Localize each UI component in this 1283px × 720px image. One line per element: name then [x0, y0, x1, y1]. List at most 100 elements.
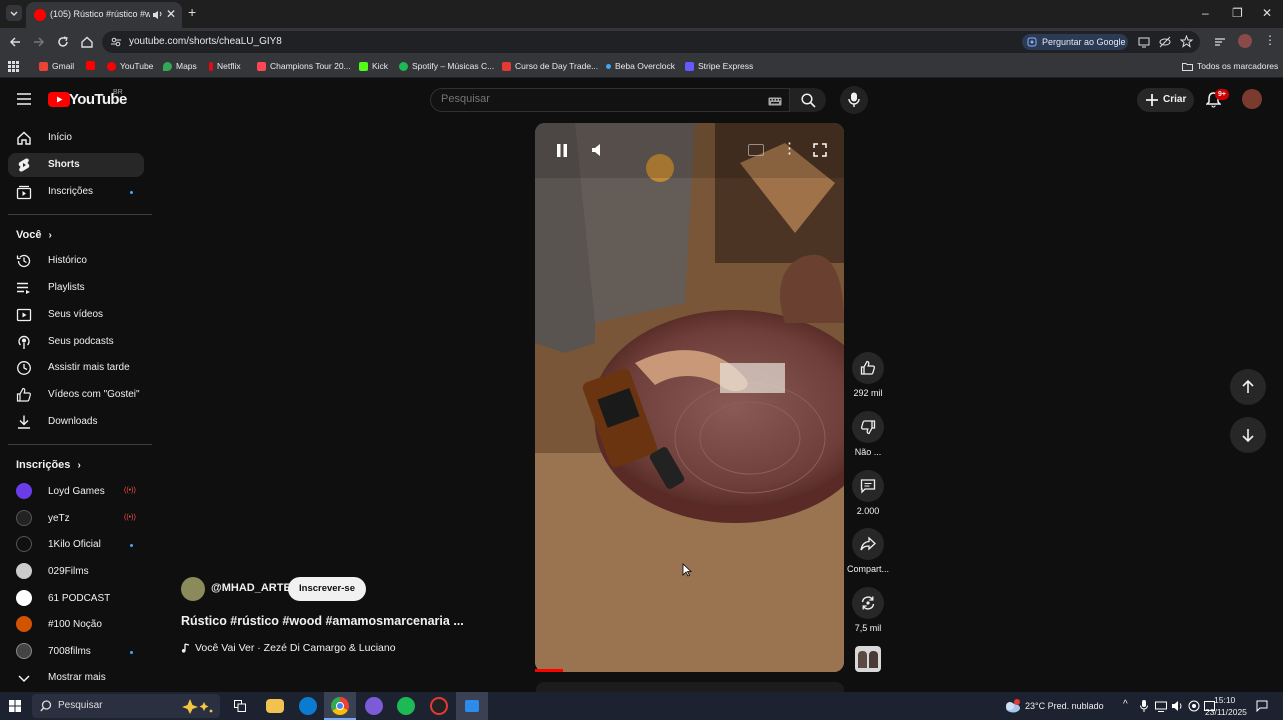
sidebar-item-shorts[interactable]: Shorts [8, 153, 144, 177]
apps-grid-icon[interactable] [8, 61, 19, 72]
minimize-icon[interactable]: – [1202, 6, 1209, 20]
hamburger-menu-icon[interactable] [17, 93, 31, 105]
bookmark-gmail[interactable]: Gmail [39, 61, 74, 71]
bookmark-overclock[interactable]: Beba Overclock [606, 61, 675, 71]
back-icon[interactable] [8, 35, 22, 49]
dislike-button-circle[interactable] [852, 411, 884, 443]
like-button-circle[interactable] [852, 352, 884, 384]
reload-icon[interactable] [56, 35, 70, 49]
install-app-icon[interactable] [1138, 36, 1150, 48]
sidebar-item-playlists[interactable]: Playlists [8, 276, 144, 300]
bookmark-stripe[interactable]: Stripe Express [685, 61, 753, 71]
bookmark-champions-tour[interactable]: Champions Tour 20... [257, 61, 351, 71]
bookmark-kick[interactable]: Kick [359, 61, 388, 71]
subscription-channel[interactable]: yeTz ((•)) [8, 507, 144, 531]
pause-icon[interactable] [555, 143, 569, 158]
search-button[interactable] [790, 88, 826, 112]
sidebar-item-watch-later[interactable]: Assistir mais tarde [8, 356, 144, 380]
comments-button[interactable]: 2.000 [850, 470, 886, 516]
eye-off-icon[interactable] [1159, 36, 1171, 48]
spotify-icon[interactable] [397, 697, 415, 715]
menu-kebab-icon[interactable]: ⋮ [1264, 33, 1276, 47]
tray-chevron-up-icon[interactable]: ^ [1123, 699, 1128, 710]
windows-start-icon[interactable] [9, 700, 21, 712]
show-more-button[interactable]: Mostrar mais [8, 666, 144, 690]
subscription-channel[interactable]: Loyd Games ((•)) [8, 480, 144, 504]
sidebar-item-your-videos[interactable]: Seus vídeos [8, 303, 144, 327]
subscription-channel[interactable]: 7008films [8, 640, 144, 664]
bookmark-youtube[interactable]: YouTube [107, 61, 153, 71]
network-icon[interactable] [1155, 700, 1167, 712]
weather-text[interactable]: 23°C Pred. nublado [1025, 701, 1104, 711]
forward-icon[interactable] [32, 35, 46, 49]
obs-icon[interactable] [430, 697, 448, 715]
sound-thumbnail[interactable] [855, 646, 881, 672]
microphone-icon[interactable] [1140, 700, 1148, 712]
site-info-icon[interactable] [110, 36, 122, 48]
dislike-button[interactable]: Não ... [850, 411, 886, 457]
clock-date[interactable]: 23/11/2025 [1205, 707, 1247, 717]
notification-center-icon[interactable] [1256, 700, 1268, 712]
task-view-icon[interactable] [234, 700, 246, 712]
keyboard-icon[interactable] [768, 97, 782, 106]
ask-google-button[interactable]: Perguntar ao Google [1022, 34, 1128, 50]
weather-cloud-icon[interactable] [1003, 698, 1021, 714]
comments-button-circle[interactable] [852, 470, 884, 502]
fullscreen-icon[interactable] [813, 143, 827, 157]
clock-time[interactable]: 15:10 [1214, 695, 1235, 705]
search-box[interactable] [430, 88, 790, 112]
next-short-preview[interactable] [536, 682, 844, 692]
bookmark-youtube-icon-only[interactable] [86, 61, 99, 70]
sidebar-item-downloads[interactable]: Downloads [8, 410, 144, 434]
channel-handle[interactable]: @MHAD_ARTE [211, 582, 291, 594]
subscription-channel[interactable]: 029Films [8, 560, 144, 584]
remix-button[interactable]: 7,5 mil [850, 587, 886, 633]
bookmark-day-trade[interactable]: Curso de Day Trade... [502, 61, 598, 71]
more-options-icon[interactable]: ⋮ [782, 139, 797, 157]
music-link[interactable]: Você Vai Ver · Zezé Di Camargo & Luciano [181, 642, 396, 654]
voice-search-button[interactable] [840, 86, 868, 114]
close-window-icon[interactable]: ✕ [1262, 6, 1272, 20]
subscription-channel[interactable]: 61 PODCAST [8, 587, 144, 611]
bookmark-maps[interactable]: Maps [163, 61, 197, 71]
edge-icon[interactable] [299, 697, 317, 715]
close-tab-icon[interactable]: ✕ [166, 7, 176, 21]
taskbar-app-active[interactable] [456, 692, 488, 720]
home-button-icon[interactable] [80, 35, 94, 49]
volume-icon[interactable] [590, 142, 606, 158]
active-tab[interactable]: (105) Rústico #rústico #wood #amamosmarc… [26, 2, 182, 28]
subscribe-button[interactable]: Inscrever-se [288, 577, 366, 601]
taskbar-chrome-active[interactable] [324, 692, 356, 720]
next-short-button[interactable] [1230, 417, 1266, 453]
sidebar-item-subscriptions[interactable]: Inscrições [8, 180, 144, 204]
captions-icon[interactable] [748, 144, 764, 156]
account-avatar[interactable] [1242, 89, 1262, 109]
search-input[interactable] [441, 93, 741, 105]
tab-search-button[interactable] [6, 5, 22, 21]
video-progress-bar[interactable] [535, 669, 563, 672]
bookmark-star-icon[interactable] [1180, 35, 1193, 48]
subscriptions-section-header[interactable]: Inscrições › [16, 459, 81, 471]
short-title[interactable]: Rústico #rústico #wood #amamosmarcenaria… [181, 614, 464, 628]
meet-now-icon[interactable] [1188, 700, 1200, 712]
bookmark-spotify[interactable]: Spotify – Músicas C... [399, 61, 494, 71]
subscription-channel[interactable]: 1Kilo Oficial [8, 533, 144, 557]
reading-list-icon[interactable] [1214, 36, 1226, 48]
bookmark-netflix[interactable]: Netflix [209, 61, 241, 71]
sidebar-item-history[interactable]: Histórico [8, 249, 144, 273]
sidebar-item-home[interactable]: Início [8, 126, 144, 150]
create-button[interactable]: Criar [1137, 88, 1194, 112]
discord-icon[interactable] [365, 697, 383, 715]
share-button-circle[interactable] [852, 528, 884, 560]
share-button[interactable]: Compart... [847, 528, 889, 574]
speaker-icon[interactable] [1171, 700, 1183, 712]
previous-short-button[interactable] [1230, 369, 1266, 405]
taskbar-search[interactable]: Pesquisar [32, 694, 220, 718]
shorts-video-player[interactable]: ⋮ [535, 123, 844, 672]
audio-playing-icon[interactable] [151, 8, 163, 20]
new-tab-icon[interactable]: + [188, 4, 196, 20]
maximize-icon[interactable]: ❐ [1232, 6, 1243, 20]
sidebar-item-podcasts[interactable]: Seus podcasts [8, 330, 144, 354]
subscription-channel[interactable]: #100 Noção [8, 613, 144, 637]
like-button[interactable]: 292 mil [850, 352, 886, 398]
